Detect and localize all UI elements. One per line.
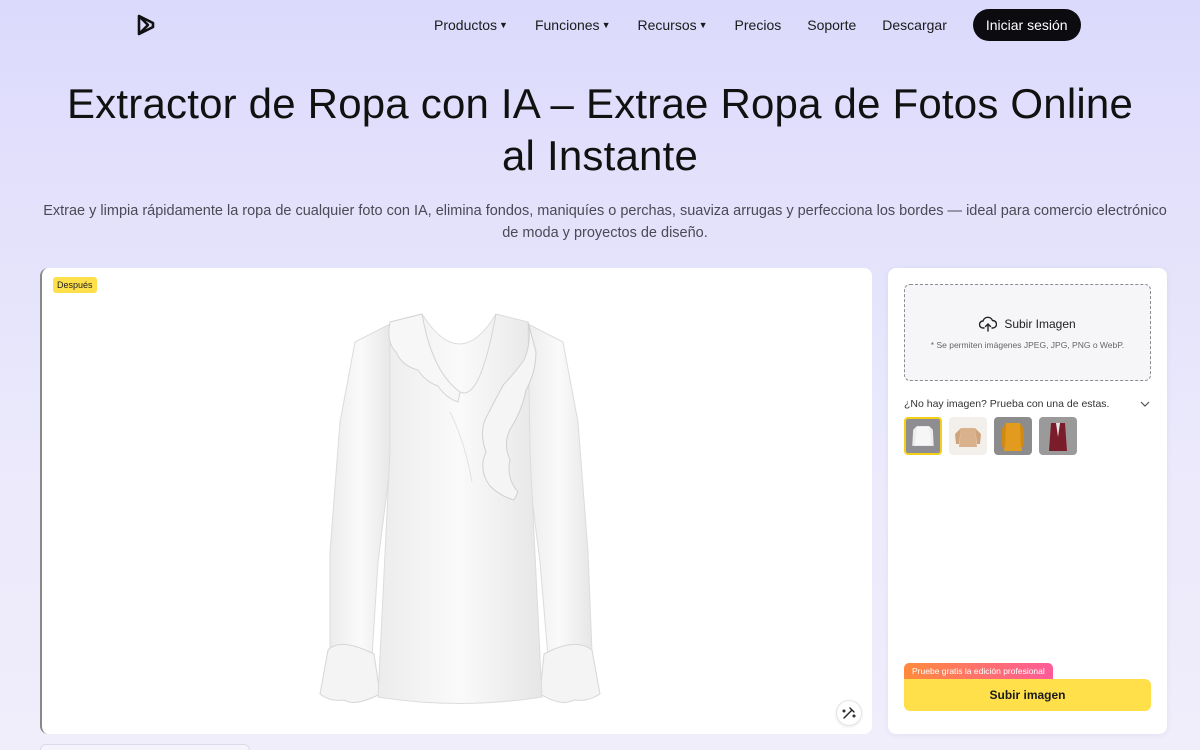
promo-tag: Pruebe gratis la edición profesional (904, 663, 1053, 679)
caret-down-icon: ▼ (601, 20, 611, 30)
samples-label: ¿No hay imagen? Prueba con una de estas. (904, 398, 1110, 410)
after-badge: Después (53, 277, 97, 293)
white-blouse-image (319, 313, 601, 704)
upload-format-hint: * Se permiten imágenes JPEG, JPG, PNG o … (930, 340, 1125, 350)
upload-panel: Subir Imagen * Se permiten imágenes JPEG… (888, 268, 1167, 734)
result-preview: Después (40, 268, 872, 734)
sample-thumb-mustard-jacket[interactable] (994, 417, 1032, 455)
nav-item-label: Recursos (637, 17, 697, 33)
page-title: Extractor de Ropa con IA – Extrae Ropa d… (0, 78, 1200, 182)
cloud-upload-icon (979, 316, 998, 332)
login-button[interactable]: Iniciar sesión (972, 9, 1081, 41)
chevron-down-icon (1140, 401, 1150, 407)
caret-down-icon: ▼ (698, 20, 708, 30)
magic-wand-icon (842, 707, 856, 719)
nav-item-precios[interactable]: Precios (735, 17, 782, 33)
upload-dropzone[interactable]: Subir Imagen * Se permiten imágenes JPEG… (904, 284, 1151, 381)
top-nav: Productos ▼ Funciones ▼ Recursos ▼ Precios … (0, 0, 1200, 50)
sample-thumb-white-blouse[interactable] (904, 417, 942, 455)
nav-item-soporte[interactable]: Soporte (807, 17, 856, 33)
samples-toggle[interactable]: ¿No hay imagen? Prueba con una de estas. (904, 398, 1150, 410)
nav-item-label: Productos (434, 17, 498, 33)
sample-thumb-burgundy-blazer[interactable] (1039, 417, 1077, 455)
nav-item-label: Soporte (807, 17, 857, 33)
magic-edit-button[interactable] (836, 700, 862, 726)
logo-icon[interactable] (136, 13, 156, 37)
sample-thumbnails (904, 417, 1084, 455)
nav-item-label: Descargar (882, 17, 947, 33)
bottom-toolbar-edge (40, 744, 250, 750)
caret-down-icon: ▼ (499, 20, 508, 30)
upload-dropzone-label: Subir Imagen (1004, 317, 1076, 331)
upload-image-button[interactable]: Subir imagen (904, 679, 1151, 711)
nav-item-label: Precios (734, 17, 782, 33)
nav-item-productos[interactable]: Productos ▼ (434, 17, 508, 33)
nav-links: Productos ▼ Funciones ▼ Recursos ▼ Precios … (434, 9, 1081, 41)
page-title-line1: Extractor de Ropa con IA – Extrae Ropa d… (66, 80, 1134, 127)
nav-item-funciones[interactable]: Funciones ▼ (535, 17, 611, 33)
nav-item-recursos[interactable]: Recursos ▼ (637, 17, 707, 33)
page-title-line2: al Instante (502, 132, 698, 179)
nav-item-descargar[interactable]: Descargar (882, 17, 947, 33)
page-subtitle: Extrae y limpia rápidamente la ropa de c… (43, 203, 1167, 241)
nav-item-label: Funciones (534, 17, 600, 33)
sample-thumb-beige-sweater[interactable] (949, 417, 987, 455)
